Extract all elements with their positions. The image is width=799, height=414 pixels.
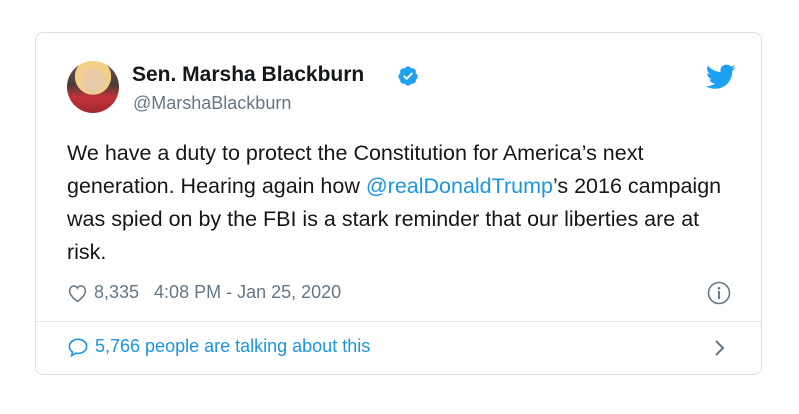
author-name[interactable]: Sen. Marsha Blackburn (132, 63, 364, 87)
author-handle[interactable]: @MarshaBlackburn (133, 93, 291, 114)
mention-link[interactable]: @realDonaldTrump (366, 174, 553, 198)
avatar[interactable] (67, 61, 119, 113)
info-icon[interactable] (707, 281, 731, 305)
like-count[interactable]: 8,335 (94, 282, 139, 303)
verified-badge-icon (398, 66, 418, 86)
conversation-count[interactable]: 5,766 people are talking about this (95, 336, 370, 357)
twitter-bird-icon[interactable] (706, 64, 736, 90)
timestamp[interactable]: 4:08 PM - Jan 25, 2020 (154, 282, 341, 303)
speech-bubble-icon (68, 337, 88, 357)
tweet-meta: 8,335 4:08 PM - Jan 25, 2020 (67, 282, 341, 303)
chevron-right-icon[interactable] (713, 338, 727, 358)
conversation-link[interactable]: 5,766 people are talking about this (67, 336, 370, 357)
tweet-text: We have a duty to protect the Constituti… (67, 137, 727, 269)
tweet-card: Sen. Marsha Blackburn @MarshaBlackburn W… (35, 32, 762, 375)
divider (36, 321, 761, 322)
heart-icon[interactable] (67, 283, 88, 303)
